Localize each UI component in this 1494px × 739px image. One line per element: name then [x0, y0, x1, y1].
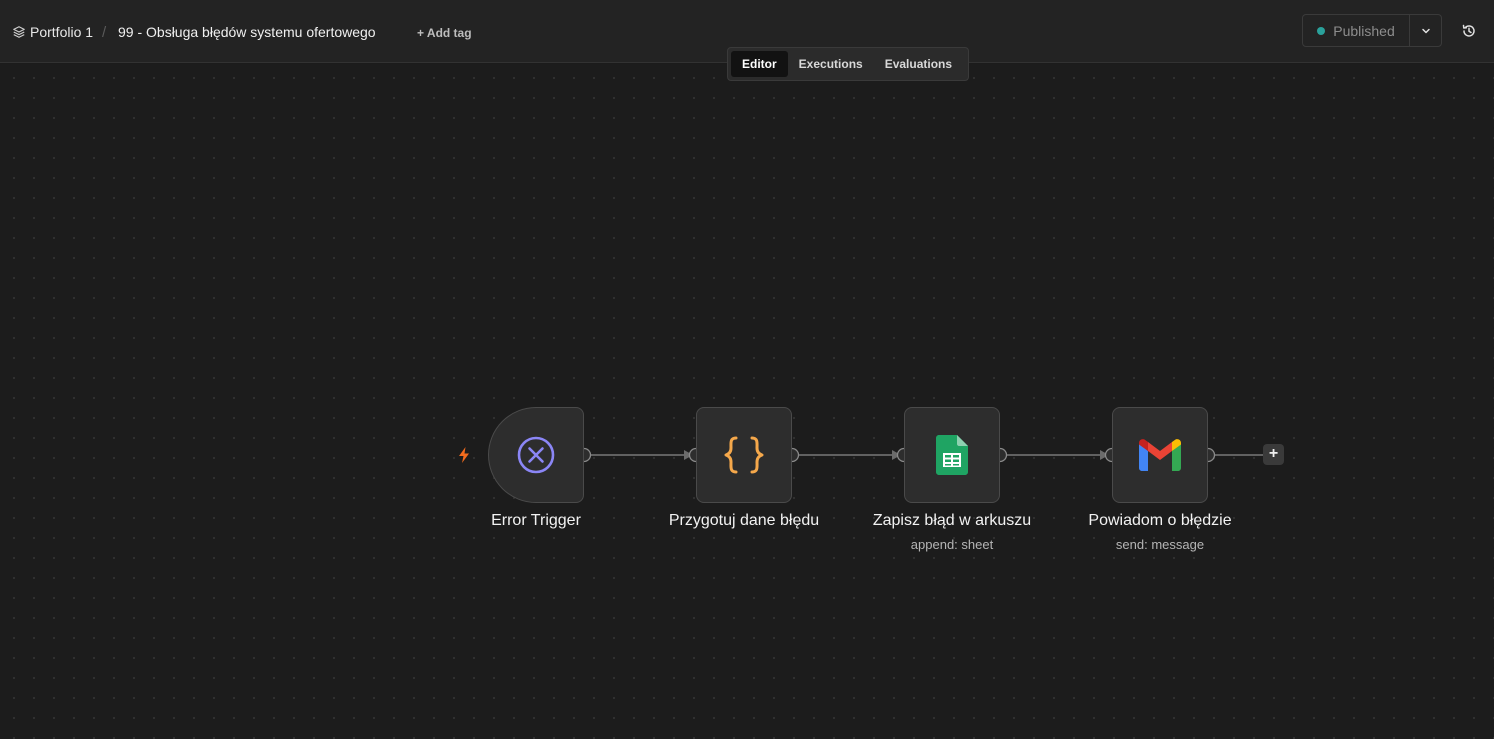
google-sheets-icon [936, 435, 968, 475]
gmail-icon [1139, 439, 1181, 471]
error-trigger-icon [517, 436, 555, 474]
trigger-bolt-icon [459, 447, 469, 463]
node-label: Zapisz błąd w arkuszu [872, 512, 1032, 529]
code-braces-icon [724, 436, 764, 474]
node-powiadom-o-bledzie[interactable] [1112, 407, 1208, 503]
node-subtitle: append: sheet [910, 537, 994, 552]
node-zapisz-blad-w-arkuszu[interactable] [904, 407, 1000, 503]
node-label: Powiadom o błędzie [1088, 512, 1232, 529]
node-error-trigger[interactable] [488, 407, 584, 503]
add-node-button[interactable]: + [1263, 444, 1284, 465]
node-label: Error Trigger [491, 512, 581, 529]
node-przygotuj-dane-bledu[interactable] [696, 407, 792, 503]
node-subtitle: send: message [1115, 537, 1205, 552]
node-label: Przygotuj dane błędu [668, 512, 820, 529]
connections-layer [576, 447, 1263, 463]
